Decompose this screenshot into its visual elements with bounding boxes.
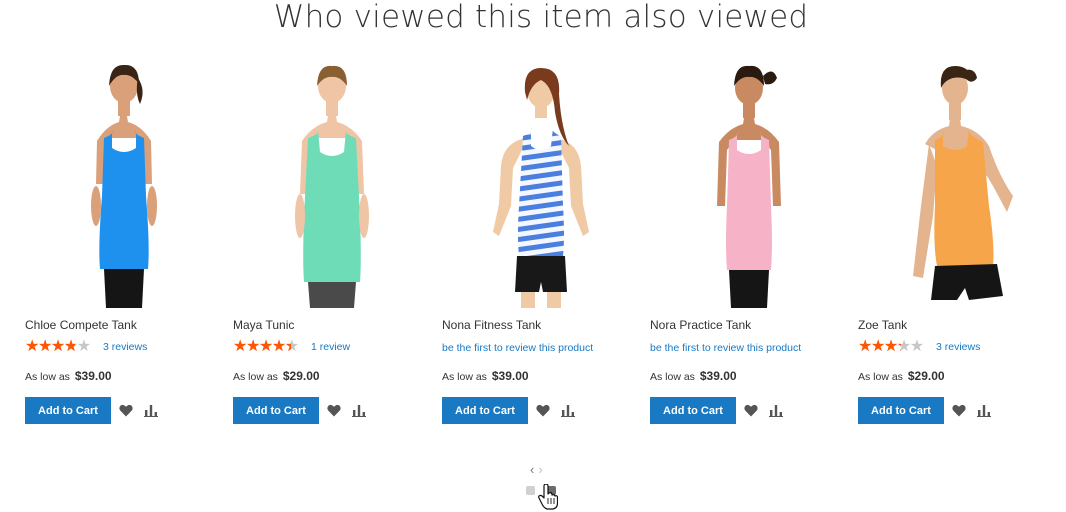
compare-icon[interactable] bbox=[352, 404, 366, 417]
product-card-chloe-compete-tank: Chloe Compete Tank ★★★★★ ★★★★★ 3 reviews… bbox=[24, 56, 224, 436]
price-value: $39.00 bbox=[74, 369, 112, 383]
product-name-link[interactable]: Nona Fitness Tank bbox=[442, 318, 541, 332]
rating-summary: ★★★★★ ★★★★★ 3 reviews bbox=[858, 339, 980, 355]
product-card-nona-fitness-tank: Nona Fitness Tank be the first to review… bbox=[441, 56, 641, 436]
price-value: $29.00 bbox=[282, 369, 320, 383]
reviews-link[interactable]: 3 reviews bbox=[936, 341, 980, 353]
price-box: As low as $39.00 bbox=[442, 369, 529, 383]
first-review-link[interactable]: be the first to review this product bbox=[442, 342, 593, 354]
hand-pointer-icon bbox=[538, 484, 558, 510]
reviews-link[interactable]: 1 review bbox=[311, 341, 350, 353]
price-label: As low as bbox=[25, 371, 70, 383]
product-name-link[interactable]: Chloe Compete Tank bbox=[25, 318, 137, 332]
price-label: As low as bbox=[858, 371, 903, 383]
rating-stars-filled: ★★★★★ bbox=[25, 339, 76, 355]
rating-summary: ★★★★★ ★★★★★ 1 review bbox=[233, 339, 350, 355]
reviews-link[interactable]: 3 reviews bbox=[103, 341, 147, 353]
rating-stars-filled: ★★★★★ bbox=[233, 339, 291, 355]
price-label: As low as bbox=[650, 371, 695, 383]
product-image[interactable] bbox=[857, 56, 1057, 308]
compare-icon[interactable] bbox=[769, 404, 783, 417]
add-to-cart-button[interactable]: Add to Cart bbox=[233, 397, 319, 424]
heart-icon[interactable] bbox=[952, 404, 966, 417]
product-image[interactable] bbox=[24, 56, 224, 308]
pager-dot[interactable] bbox=[526, 486, 535, 495]
product-name-link[interactable]: Maya Tunic bbox=[233, 318, 294, 332]
heart-icon[interactable] bbox=[327, 404, 341, 417]
product-image[interactable] bbox=[649, 56, 849, 308]
product-card-maya-tunic: Maya Tunic ★★★★★ ★★★★★ 1 review As low a… bbox=[232, 56, 432, 436]
carousel-arrows: ‹› bbox=[530, 462, 547, 477]
price-box: As low as $29.00 bbox=[233, 369, 320, 383]
first-review-link[interactable]: be the first to review this product bbox=[650, 342, 801, 354]
price-value: $39.00 bbox=[491, 369, 529, 383]
product-image[interactable] bbox=[232, 56, 432, 308]
add-to-cart-button[interactable]: Add to Cart bbox=[25, 397, 111, 424]
product-grid: Chloe Compete Tank ★★★★★ ★★★★★ 3 reviews… bbox=[24, 56, 1066, 436]
price-value: $29.00 bbox=[907, 369, 945, 383]
rating-stars: ★★★★★ ★★★★★ bbox=[25, 339, 97, 355]
price-value: $39.00 bbox=[699, 369, 737, 383]
section-title: Who viewed this item also viewed bbox=[273, 0, 809, 35]
product-card-zoe-tank: Zoe Tank ★★★★★ ★★★★★ 3 reviews As low as… bbox=[857, 56, 1057, 436]
price-box: As low as $39.00 bbox=[650, 369, 737, 383]
add-to-cart-button[interactable]: Add to Cart bbox=[442, 397, 528, 424]
next-arrow-icon[interactable]: › bbox=[538, 462, 546, 477]
price-box: As low as $39.00 bbox=[25, 369, 112, 383]
product-name-link[interactable]: Zoe Tank bbox=[858, 318, 907, 332]
heart-icon[interactable] bbox=[119, 404, 133, 417]
rating-stars: ★★★★★ ★★★★★ bbox=[858, 339, 930, 355]
compare-icon[interactable] bbox=[977, 404, 991, 417]
heart-icon[interactable] bbox=[536, 404, 550, 417]
price-box: As low as $29.00 bbox=[858, 369, 945, 383]
compare-icon[interactable] bbox=[561, 404, 575, 417]
price-label: As low as bbox=[442, 371, 487, 383]
product-name-link[interactable]: Nora Practice Tank bbox=[650, 318, 751, 332]
rating-stars-filled: ★★★★★ bbox=[858, 339, 901, 355]
compare-icon[interactable] bbox=[144, 404, 158, 417]
price-label: As low as bbox=[233, 371, 278, 383]
product-image[interactable] bbox=[441, 56, 641, 308]
add-to-cart-button[interactable]: Add to Cart bbox=[858, 397, 944, 424]
rating-stars: ★★★★★ ★★★★★ bbox=[233, 339, 305, 355]
add-to-cart-button[interactable]: Add to Cart bbox=[650, 397, 736, 424]
product-card-nora-practice-tank: Nora Practice Tank be the first to revie… bbox=[649, 56, 849, 436]
heart-icon[interactable] bbox=[744, 404, 758, 417]
rating-summary: ★★★★★ ★★★★★ 3 reviews bbox=[25, 339, 147, 355]
